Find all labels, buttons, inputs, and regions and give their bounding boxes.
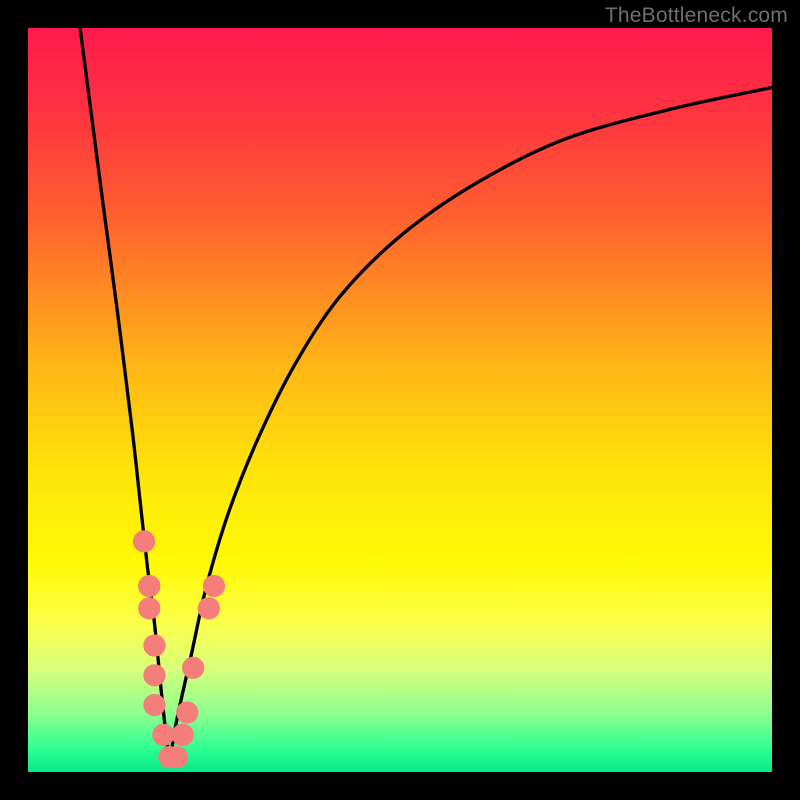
data-marker — [143, 664, 165, 686]
data-marker — [166, 746, 188, 768]
data-marker — [143, 634, 165, 656]
data-marker — [138, 575, 160, 597]
plot-area — [28, 28, 772, 772]
data-marker — [198, 597, 220, 619]
data-marker — [138, 597, 160, 619]
watermark-text: TheBottleneck.com — [605, 4, 788, 28]
bottleneck-curve — [28, 28, 772, 772]
data-marker — [152, 724, 174, 746]
chart-frame: TheBottleneck.com — [0, 0, 800, 800]
data-marker — [182, 657, 204, 679]
data-marker — [203, 575, 225, 597]
data-marker — [133, 530, 155, 552]
curve-right-branch — [169, 88, 772, 765]
data-marker — [143, 694, 165, 716]
data-marker — [176, 701, 198, 723]
data-marker — [172, 724, 194, 746]
